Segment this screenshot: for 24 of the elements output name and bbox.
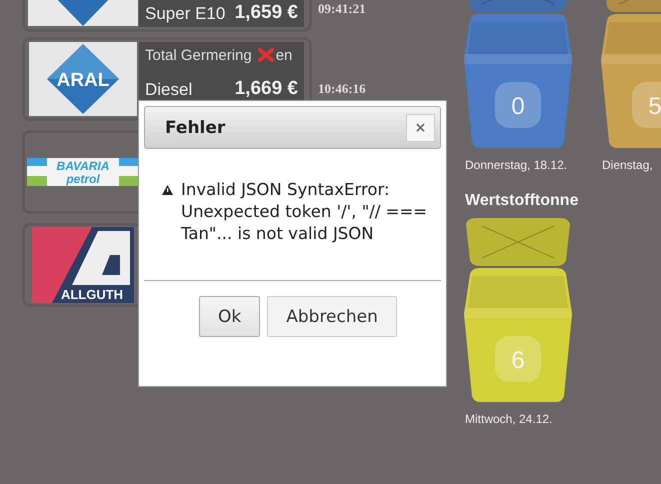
station-name: Total Germering: [145, 46, 252, 64]
bin-count: 6: [511, 347, 525, 374]
close-button[interactable]: ×: [406, 114, 435, 142]
bin-count: 5: [648, 93, 661, 120]
bin-count: 0: [511, 93, 525, 120]
station-status: en: [276, 46, 292, 64]
error-message: Invalid JSON SyntaxError: Unexpected token '/', "// === Tan"... is not valid JSON: [181, 179, 428, 245]
pickup-date: Mittwoch, 24.12.: [465, 412, 552, 426]
pickup-date: Dienstag,: [602, 158, 653, 172]
aral-logo: ARAL: [29, 42, 137, 116]
update-time: 09:41:21: [318, 1, 366, 17]
fuel-type: Diesel: [145, 80, 192, 100]
warning-icon: [162, 185, 173, 195]
fuel-type: Super E10: [145, 4, 226, 24]
allguth-logo: ALLGUTH: [32, 227, 134, 303]
bin-title: Wertstofftonne: [465, 192, 578, 210]
cancel-button[interactable]: Abbrechen: [267, 296, 397, 337]
bavaria-logo: BAVARIA petrol: [27, 158, 139, 186]
dialog-title: Fehler: [165, 118, 226, 138]
update-time: 10:46:16: [318, 81, 366, 97]
fuel-price: 1,659 €: [234, 2, 298, 24]
ok-button[interactable]: Ok: [199, 296, 260, 337]
fuel-price: 1,669 €: [234, 78, 298, 100]
pickup-date: Donnerstag, 18.12.: [465, 158, 568, 172]
